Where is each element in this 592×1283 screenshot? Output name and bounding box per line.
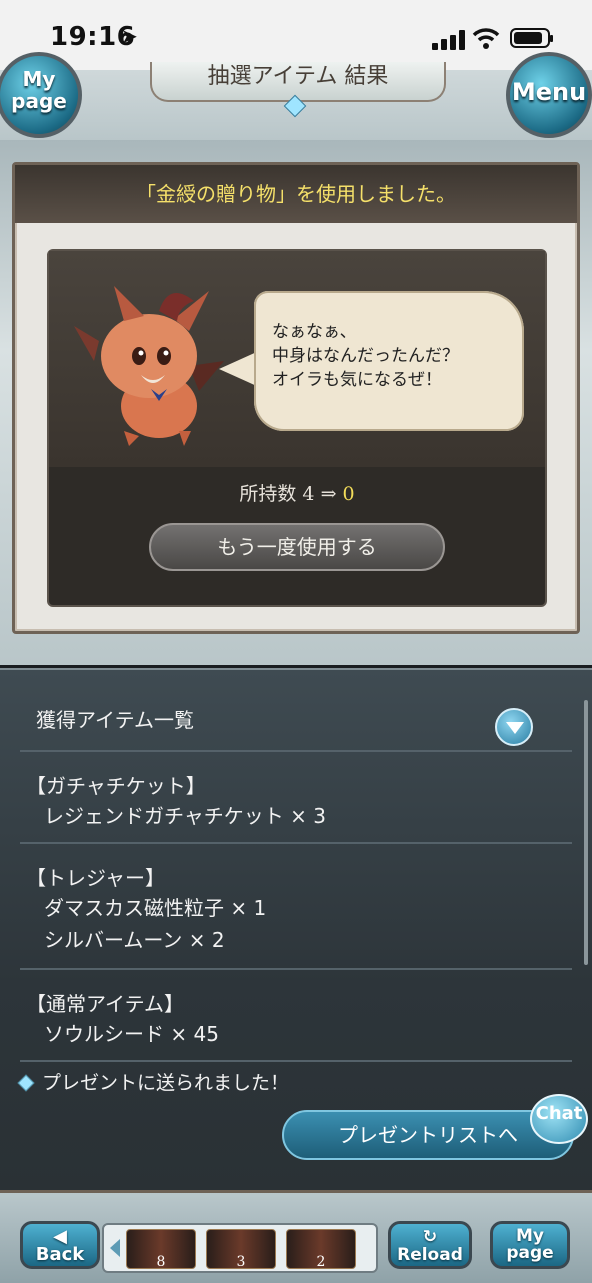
wifi-icon: [472, 28, 500, 49]
vyrn-character-image: [74, 286, 224, 446]
list-item: ダマスカス磁性粒子 × 1: [44, 896, 267, 920]
chat-button[interactable]: Chat: [530, 1094, 588, 1144]
status-bar: 19:16 ➤: [0, 0, 592, 70]
mypage-bottom-button[interactable]: My page: [490, 1221, 570, 1269]
divider: [20, 842, 572, 844]
owned-count-label: 所持数: [239, 483, 297, 505]
page-title: 抽選アイテム 結果: [150, 62, 446, 102]
shortcut-slot-3[interactable]: 2: [286, 1229, 356, 1270]
owned-count-after: 0: [342, 483, 355, 505]
speech-line: なぁなぁ、: [272, 322, 357, 342]
mypage-top-label-1: My: [22, 67, 56, 91]
shortcut-count: 3: [236, 1254, 246, 1270]
list-item: レジェンドガチャチケット × 3: [44, 804, 326, 828]
speech-line: オイラも気になるぜ！: [272, 370, 442, 390]
list-item: ソウルシード × 45: [44, 1022, 219, 1046]
category-title: 【トレジャー】: [26, 866, 165, 890]
sent-notice: プレゼントに送られました！: [17, 1068, 290, 1095]
shortcut-count: 2: [316, 1254, 326, 1270]
speech-bubble-tail: [219, 351, 259, 387]
list-item: シルバームーン × 2: [44, 928, 225, 952]
shortcut-strip: 8 3 2: [102, 1223, 378, 1273]
dialog-box: なぁなぁ、 中身はなんだったんだ？ オイラも気になるぜ！ 所持数 4 ⇒ 0 も…: [47, 249, 547, 607]
reload-icon: ↻: [422, 1227, 438, 1247]
use-again-button[interactable]: もう一度使用する: [149, 523, 445, 571]
scrollbar[interactable]: [584, 700, 588, 965]
speech-bubble: なぁなぁ、 中身はなんだったんだ？ オイラも気になるぜ！: [254, 291, 524, 431]
owned-count-arrow: ⇒: [320, 483, 337, 505]
category-title: 【通常アイテム】: [26, 992, 184, 1016]
battery-icon: [510, 28, 553, 48]
gem-bullet-icon: [17, 1074, 35, 1092]
obtained-items-header: 獲得アイテム一覧: [36, 708, 194, 732]
mypage-top-button[interactable]: My page: [0, 52, 82, 138]
category-title: 【ガチャチケット】: [26, 774, 206, 798]
owned-count-before: 4: [302, 483, 315, 505]
divider: [20, 750, 572, 752]
reload-label: Reload: [397, 1245, 463, 1265]
mypage-bottom-label-2: page: [506, 1243, 554, 1263]
shortcut-slot-2[interactable]: 3: [206, 1229, 276, 1270]
bottom-navigation: ◀ Back 8 3 2 ↻ Reload My page: [0, 1190, 592, 1283]
used-message: 「金綬の贈り物」を使用しました。: [15, 165, 577, 223]
menu-button[interactable]: Menu: [506, 52, 592, 138]
speech-line: 中身はなんだったんだ？: [272, 346, 459, 366]
sent-notice-text: プレゼントに送られました！: [42, 1072, 290, 1094]
dialog-scene: なぁなぁ、 中身はなんだったんだ？ オイラも気になるぜ！: [49, 251, 545, 467]
game-header: 抽選アイテム 結果: [0, 62, 592, 143]
back-label: Back: [35, 1244, 85, 1265]
result-panel: 「金綬の贈り物」を使用しました。 なぁなぁ、 中身はなんだったんだ？ オイラも気…: [12, 162, 580, 634]
shortcut-count: 8: [156, 1254, 166, 1270]
owned-count-row: 所持数 4 ⇒ 0: [49, 479, 545, 506]
location-arrow-icon: ➤: [121, 24, 138, 48]
collapse-toggle-button[interactable]: [495, 708, 533, 746]
reload-button[interactable]: ↻ Reload: [388, 1221, 472, 1269]
divider: [20, 1060, 572, 1062]
shortcut-slot-1[interactable]: 8: [126, 1229, 196, 1270]
mypage-top-label-2: page: [11, 89, 67, 113]
strip-left-arrow-icon[interactable]: [110, 1239, 120, 1257]
obtained-items-panel: 獲得アイテム一覧 【ガチャチケット】 レジェンドガチャチケット × 3 【トレジ…: [0, 668, 592, 1192]
cellular-signal-icon: [432, 30, 466, 50]
divider: [20, 968, 572, 970]
back-button[interactable]: ◀ Back: [20, 1221, 100, 1269]
